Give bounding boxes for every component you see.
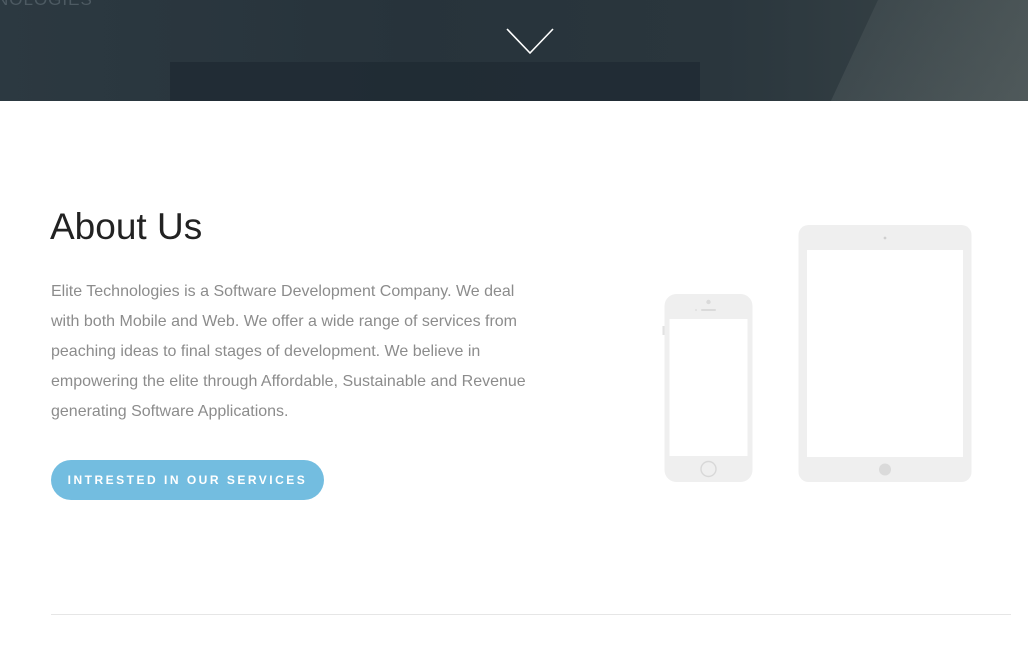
about-description: Elite Technologies is a Software Develop… <box>51 283 526 420</box>
hero-background-shape <box>170 62 700 101</box>
hero-banner: NOLOGIES <box>0 0 1028 101</box>
phone-icon <box>662 294 753 482</box>
hero-background-light <box>808 0 1028 101</box>
about-title: About Us <box>50 206 203 247</box>
hero-title: NOLOGIES <box>0 0 93 10</box>
devices-illustration <box>662 225 972 482</box>
section-divider <box>51 614 1011 615</box>
chevron-down-icon[interactable] <box>506 26 554 56</box>
tablet-icon <box>798 225 972 482</box>
services-cta-button[interactable]: INTRESTED IN OUR SERVICES <box>51 460 324 500</box>
